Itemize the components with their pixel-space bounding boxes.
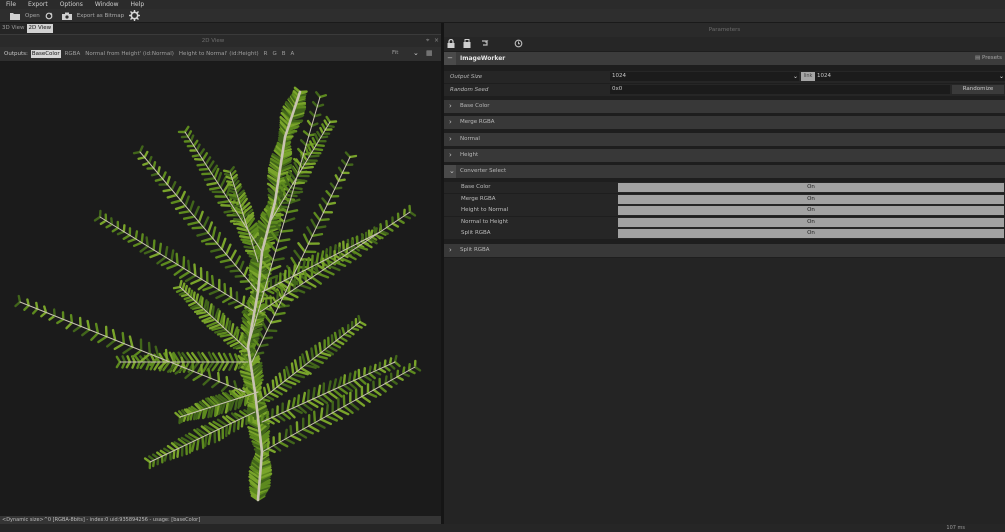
render-time: 107 ms bbox=[946, 525, 965, 531]
close-icon[interactable]: × bbox=[434, 37, 439, 44]
toolbar: Open Export as Bitmap bbox=[0, 9, 1005, 23]
toggle-split-rgba[interactable]: On bbox=[618, 229, 1004, 238]
link-size-button[interactable]: link bbox=[801, 72, 815, 81]
presets-icon: ▤ bbox=[975, 55, 982, 61]
chevron-down-icon: ⌄ bbox=[998, 73, 1004, 80]
chevron-right-icon: › bbox=[449, 151, 452, 159]
collapse-icon[interactable]: − bbox=[444, 52, 456, 65]
converter-row-normal-to-height: Normal to Height On bbox=[444, 217, 1005, 228]
chevron-down-icon[interactable]: ⌄ bbox=[413, 49, 419, 57]
pin-icon[interactable]: ⌖ bbox=[426, 37, 429, 45]
export-bitmap-button[interactable]: Export as Bitmap bbox=[77, 13, 124, 19]
parameters-empty-area bbox=[444, 258, 1005, 524]
menu-window[interactable]: Window bbox=[89, 1, 125, 8]
chevron-right-icon: › bbox=[449, 118, 452, 126]
output-basecolor[interactable]: BaseColor bbox=[30, 50, 61, 58]
section-split-rgba[interactable]: › Split RGBA bbox=[444, 244, 1005, 257]
worker-name: ImageWorker bbox=[460, 55, 506, 62]
output-size-height-select[interactable]: 1024 ⌄ bbox=[815, 72, 1005, 81]
refresh-icon[interactable] bbox=[45, 12, 53, 20]
output-rgba[interactable]: RGBA bbox=[64, 50, 82, 58]
chevron-right-icon: › bbox=[449, 246, 452, 254]
section-base-color[interactable]: › Base Color bbox=[444, 100, 1005, 113]
toggle-height-to-normal[interactable]: On bbox=[618, 206, 1004, 215]
plant-texture-image bbox=[14, 86, 422, 502]
image-viewport[interactable] bbox=[0, 62, 442, 516]
channel-b[interactable]: B bbox=[281, 50, 287, 58]
channel-a[interactable]: A bbox=[290, 50, 296, 58]
menu-help[interactable]: Help bbox=[125, 1, 151, 8]
toggle-normal-to-height[interactable]: On bbox=[618, 218, 1004, 227]
random-seed-row: Random Seed 0x0 Randomize bbox=[444, 84, 1005, 96]
output-size-row: Output Size 1024 ⌄ link 1024 ⌄ bbox=[444, 71, 1005, 83]
view-title: 2D View bbox=[201, 38, 225, 44]
random-seed-input[interactable]: 0x0 bbox=[610, 85, 950, 94]
toggle-merge-rgba[interactable]: On bbox=[618, 195, 1004, 204]
output-size-width-select[interactable]: 1024 ⌄ bbox=[610, 72, 799, 81]
tab-2d-view[interactable]: 2D View bbox=[26, 24, 54, 33]
channel-r[interactable]: R bbox=[263, 50, 269, 58]
view-tabs: 3D View 2D View bbox=[0, 23, 442, 34]
zoom-fit-select[interactable]: Fit bbox=[392, 50, 398, 56]
history-icon[interactable] bbox=[514, 39, 523, 48]
parameters-toolbar bbox=[444, 37, 1005, 51]
menu-export[interactable]: Export bbox=[22, 1, 54, 8]
worker-header[interactable]: − ImageWorker ▤ Presets bbox=[444, 52, 1005, 65]
chevron-down-icon: ⌄ bbox=[449, 167, 455, 175]
menu-file[interactable]: File bbox=[0, 1, 22, 8]
lock-icon[interactable] bbox=[447, 39, 455, 48]
grid-icon[interactable]: ▦ bbox=[426, 49, 433, 57]
random-seed-label: Random Seed bbox=[450, 87, 489, 93]
converter-row-height-to-normal: Height to Normal On bbox=[444, 205, 1005, 216]
menu-bar: File Export Options Window Help bbox=[0, 0, 1005, 9]
outputs-label: Outputs: bbox=[4, 51, 28, 57]
open-button[interactable]: Open bbox=[25, 13, 40, 19]
section-height[interactable]: › Height bbox=[444, 149, 1005, 162]
randomize-button[interactable]: Randomize bbox=[952, 85, 1004, 94]
tab-3d-view[interactable]: 3D View bbox=[0, 24, 27, 33]
section-converter-select[interactable]: ⌄ Converter Select bbox=[444, 165, 1005, 178]
output-size-label: Output Size bbox=[450, 74, 483, 80]
section-merge-rgba[interactable]: › Merge RGBA bbox=[444, 116, 1005, 129]
output-normal[interactable]: Normal from Height' (id:Normal) bbox=[84, 50, 175, 58]
section-normal[interactable]: › Normal bbox=[444, 133, 1005, 146]
converter-row-base-color: Base Color On bbox=[444, 182, 1005, 193]
menu-options[interactable]: Options bbox=[54, 1, 89, 8]
bottom-status: 107 ms bbox=[0, 524, 1005, 532]
output-height[interactable]: Height to Normal' (id:Height) bbox=[178, 50, 260, 58]
save-icon[interactable] bbox=[463, 39, 471, 48]
outputs-bar: Outputs: BaseColor RGBA Normal from Heig… bbox=[0, 47, 442, 62]
parameters-title: Parameters bbox=[708, 27, 741, 33]
folder-icon[interactable] bbox=[10, 12, 20, 20]
presets-button[interactable]: ▤ Presets bbox=[975, 55, 1002, 61]
toggle-base-color[interactable]: On bbox=[618, 183, 1004, 192]
chevron-down-icon: ⌄ bbox=[792, 73, 798, 80]
chevron-right-icon: › bbox=[449, 102, 452, 110]
chevron-right-icon: › bbox=[449, 135, 452, 143]
status-bar: <Dynamic size>^0 [RGBA-8bits] - index:0 … bbox=[0, 516, 441, 524]
reset-icon[interactable] bbox=[481, 39, 489, 48]
converter-row-merge-rgba: Merge RGBA On bbox=[444, 194, 1005, 205]
channel-g[interactable]: G bbox=[271, 50, 277, 58]
parameters-header: Parameters bbox=[444, 23, 1005, 37]
camera-icon[interactable] bbox=[61, 12, 72, 20]
gear-icon[interactable] bbox=[129, 10, 141, 21]
view-header: 2D View ⌖ × bbox=[0, 34, 442, 47]
converter-row-split-rgba: Split RGBA On bbox=[444, 228, 1005, 239]
